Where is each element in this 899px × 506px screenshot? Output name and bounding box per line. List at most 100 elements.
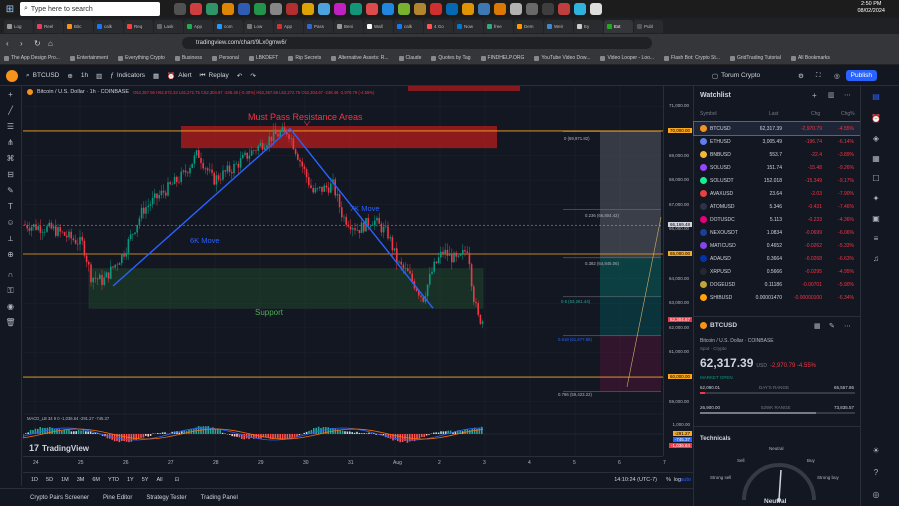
- trend-line-icon[interactable]: ╱: [5, 106, 16, 116]
- reload-icon[interactable]: ↻: [34, 39, 42, 48]
- windows-start-icon[interactable]: ⊞: [0, 0, 20, 18]
- watchlist-row[interactable]: DOGEUSD 0.11186 -0.00701 -5.90%: [694, 278, 861, 291]
- browser-tab[interactable]: Bitc: [64, 19, 93, 33]
- timeframe-ytd[interactable]: YTD: [108, 477, 119, 483]
- watchlist-row[interactable]: BNBUSD 553.7 -22.4 -3.89%: [694, 148, 861, 161]
- url-input[interactable]: tradingview.com/chart/9Lx0gmw6/: [182, 37, 652, 49]
- bookmark-item[interactable]: The App Design Pro...: [4, 55, 60, 61]
- taskbar-app-icon[interactable]: [558, 3, 570, 15]
- bookmark-item[interactable]: Entertainment: [69, 55, 108, 61]
- taskbar-app-icon[interactable]: [334, 3, 346, 15]
- annotation-7k[interactable]: 7K Move: [350, 204, 380, 213]
- browser-tab[interactable]: calk: [94, 19, 123, 33]
- annotation-support[interactable]: Support: [255, 308, 283, 317]
- bottom-tab[interactable]: Strategy Tester: [146, 495, 186, 501]
- utc-clock[interactable]: 14:10:24 (UTC-7): [614, 477, 657, 483]
- brush-icon[interactable]: ✎: [5, 186, 16, 196]
- ideas-icon[interactable]: ✦: [870, 194, 882, 206]
- layout-button[interactable]: ▢ Torum Crypto: [712, 72, 760, 80]
- taskbar-app-icon[interactable]: [174, 3, 186, 15]
- forward-icon[interactable]: ›: [20, 39, 28, 48]
- price-axis[interactable]: 71,000.00 70,000.00 69,000.00 68,000.00 67,0…: [663, 86, 693, 456]
- bookmark-item[interactable]: Rip Secrets: [288, 55, 321, 61]
- timeframe-1y[interactable]: 1Y: [127, 477, 134, 483]
- col-symbol[interactable]: Symbol: [700, 111, 717, 117]
- tv-logo-icon[interactable]: [6, 69, 18, 82]
- bottom-tab[interactable]: Trading Panel: [201, 495, 238, 501]
- help-icon[interactable]: ?: [870, 468, 882, 480]
- annotation-6k[interactable]: 6K Move: [190, 236, 220, 245]
- bookmark-item[interactable]: Everything Crypto: [118, 55, 165, 61]
- browser-tab[interactable]: Wall: [364, 19, 393, 33]
- browser-tab[interactable]: App: [184, 19, 213, 33]
- taskbar-app-icon[interactable]: [190, 3, 202, 15]
- alerts-icon[interactable]: ⏰: [870, 114, 882, 126]
- news-icon[interactable]: ≡: [870, 234, 882, 246]
- taskbar-app-icon[interactable]: [414, 3, 426, 15]
- watchlist-row[interactable]: SOLUSDT 152.018 -15.349 -9.17%: [694, 174, 861, 187]
- timeframe-5d[interactable]: 5D: [46, 477, 53, 483]
- replay-button[interactable]: ⏮ Replay: [200, 72, 229, 80]
- timeframe-1m[interactable]: 1M: [61, 477, 69, 483]
- timeframe-all[interactable]: All: [156, 477, 162, 483]
- bookmark-item[interactable]: FINDHELP.ORG: [480, 55, 524, 61]
- col-chgp[interactable]: Chg%: [841, 111, 855, 117]
- horizontal-lines-icon[interactable]: ☰: [5, 122, 16, 132]
- ruler-icon[interactable]: ⟂: [5, 234, 16, 244]
- taskbar-clock[interactable]: 2:50 PM 08/02/2024: [857, 1, 885, 15]
- browser-tab[interactable]: Low: [244, 19, 273, 33]
- watchlist-row[interactable]: SOLUSD 151.74 -15.48 -9.26%: [694, 161, 861, 174]
- bookmark-item[interactable]: YouTube Video Dow...: [534, 55, 590, 61]
- watchlist-icon[interactable]: ▤: [870, 92, 882, 104]
- lock-icon[interactable]: ⚿: [5, 286, 16, 296]
- taskbar-app-icon[interactable]: [590, 3, 602, 15]
- browser-tab[interactable]: calk: [394, 19, 423, 33]
- taskbar-app-icon[interactable]: [366, 3, 378, 15]
- trash-icon[interactable]: 🗑: [5, 318, 16, 328]
- browser-tab[interactable]: Reel: [34, 19, 63, 33]
- taskbar-app-icon[interactable]: [542, 3, 554, 15]
- bottom-tab[interactable]: Pine Editor: [103, 495, 132, 501]
- layers-icon[interactable]: ◈: [870, 134, 882, 146]
- more-icon[interactable]: ⋯: [844, 91, 851, 99]
- taskbar-app-icon[interactable]: [222, 3, 234, 15]
- taskbar-app-icon[interactable]: [382, 3, 394, 15]
- edit-icon[interactable]: ✎: [829, 322, 835, 330]
- taskbar-app-icon[interactable]: [270, 3, 282, 15]
- browser-tab[interactable]: 4 Go: [424, 19, 453, 33]
- bookmark-item[interactable]: Personal: [212, 55, 239, 61]
- browser-tab[interactable]: Publ: [634, 19, 663, 33]
- taskbar-app-icon[interactable]: [462, 3, 474, 15]
- watchlist-row[interactable]: SHIBUSD 0.00001470 -0.00000100 -6.34%: [694, 291, 861, 304]
- percent-toggle[interactable]: %: [666, 477, 671, 483]
- taskbar-app-icon[interactable]: [510, 3, 522, 15]
- advanced-view-icon[interactable]: ▥: [828, 91, 835, 99]
- watchlist-row[interactable]: DOTUSDC 5.113 -0.233 -4.36%: [694, 213, 861, 226]
- camera-icon[interactable]: ◎: [834, 72, 840, 80]
- bookmark-item[interactable]: GridTrading Tutorial: [729, 55, 781, 61]
- browser-tab[interactable]: Dem: [514, 19, 543, 33]
- browser-tab[interactable]: Ey: [574, 19, 603, 33]
- col-last[interactable]: Last: [769, 111, 778, 117]
- undo-icon[interactable]: ↶: [237, 72, 242, 80]
- chart-pane[interactable]: Bitcoin / U.S. Dollar · 1h · COINBASE O6…: [23, 86, 663, 456]
- watchlist-row[interactable]: AVAXUSD 23.64 -2.03 -7.90%: [694, 187, 861, 200]
- watchlist-row[interactable]: ADAUSD 0.3664 -0.0268 -6.63%: [694, 252, 861, 265]
- watchlist-row[interactable]: BTCUSD 62,317.39 -2,970.79 -4.55%: [693, 121, 862, 136]
- watchlist-row[interactable]: MATICUSD 0.4652 -0.0262 -5.33%: [694, 239, 861, 252]
- text-icon[interactable]: T: [5, 202, 16, 212]
- hotlist-icon[interactable]: ▦: [870, 154, 882, 166]
- chat-icon[interactable]: ☐: [870, 174, 882, 186]
- pattern-icon[interactable]: ⌘: [5, 154, 16, 164]
- templates-icon[interactable]: ▦: [153, 72, 159, 80]
- watchlist-row[interactable]: ATOMUSD 5.346 -0.431 -7.46%: [694, 200, 861, 213]
- interval-button[interactable]: 1h: [81, 72, 88, 79]
- taskbar-app-icon[interactable]: [574, 3, 586, 15]
- taskbar-app-icon[interactable]: [206, 3, 218, 15]
- browser-tab[interactable]: Beni: [334, 19, 363, 33]
- zoom-icon[interactable]: ⊕: [5, 250, 16, 260]
- add-symbol-icon[interactable]: ⊕: [67, 72, 72, 80]
- bottom-tab[interactable]: Crypto Pairs Screener: [30, 495, 89, 501]
- fullscreen-icon[interactable]: ⛶: [816, 72, 821, 80]
- alert-button[interactable]: ⏰ Alert: [167, 72, 191, 80]
